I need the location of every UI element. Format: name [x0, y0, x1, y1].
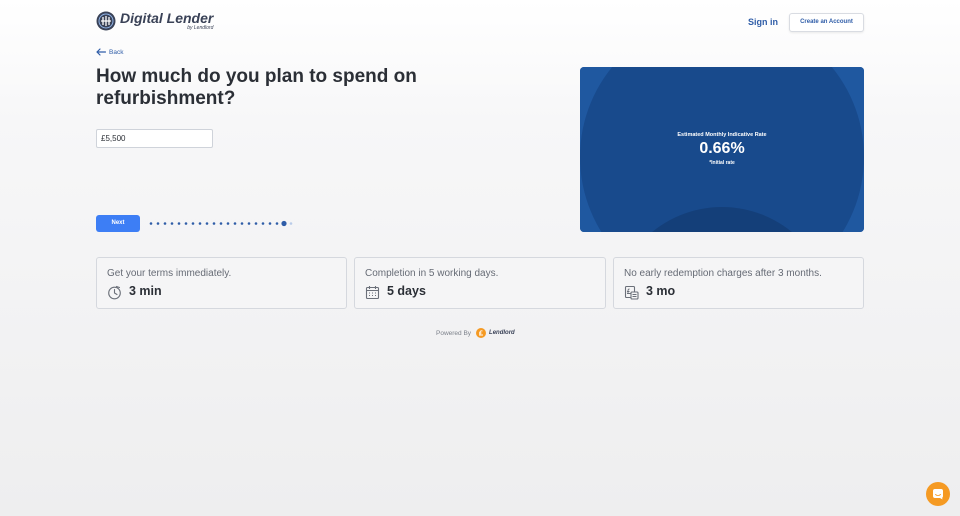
progress-step [289, 222, 293, 225]
progress-step [240, 222, 244, 225]
feature-title: Completion in 5 working days. [365, 268, 499, 279]
progress-step [254, 222, 258, 225]
logo[interactable]: Digital Lender by Lendlord [96, 11, 213, 31]
feature-card-redemption: No early redemption charges after 3 mont… [613, 257, 864, 309]
progress-step [170, 222, 174, 225]
progress-step [219, 222, 223, 225]
feature-card-completion: Completion in 5 working days. 5 days [354, 257, 606, 309]
calendar-icon [365, 286, 380, 300]
create-account-button[interactable]: Create an Account [789, 13, 864, 32]
page-title: How much do you plan to spend on refurbi… [96, 66, 417, 109]
progress-step [177, 222, 181, 225]
refurbishment-amount-input[interactable] [96, 129, 213, 148]
rate-value: 0.66% [699, 140, 745, 157]
progress-step [226, 222, 230, 225]
logo-icon [96, 11, 116, 31]
timer-icon [108, 285, 121, 300]
progress-step [205, 222, 209, 225]
powered-by-label: Powered By [436, 329, 472, 337]
powered-by-brand: Lendlord [489, 330, 515, 336]
progress-step [275, 222, 279, 225]
sign-in-link[interactable]: Sign in [748, 17, 778, 27]
progress-step [156, 222, 160, 225]
back-link[interactable]: Back [96, 48, 123, 56]
rate-label: Estimated Monthly Indicative Rate [677, 132, 767, 138]
progress-step [261, 222, 265, 225]
chat-icon [933, 489, 943, 500]
powered-by: Powered By Lendlord [436, 328, 515, 338]
next-button[interactable]: Next [96, 215, 140, 232]
logo-title: Digital Lender [120, 10, 214, 26]
progress-step-current [281, 220, 287, 227]
progress-step [163, 222, 167, 225]
rate-card: Estimated Monthly Indicative Rate 0.66% … [580, 67, 864, 232]
back-label: Back [109, 48, 124, 56]
feature-card-terms: Get your terms immediately. 3 min [96, 257, 347, 309]
progress-step [191, 222, 195, 225]
feature-value: 3 min [129, 284, 162, 298]
progress-step [268, 222, 272, 225]
progress-step [184, 222, 188, 225]
feature-value: 3 mo [646, 284, 676, 298]
feature-title: Get your terms immediately. [107, 268, 232, 279]
progress-step [149, 222, 153, 225]
pound-document-icon [624, 285, 639, 300]
progress-step [233, 222, 237, 225]
progress-step [212, 222, 216, 225]
progress-steps [149, 220, 293, 227]
chat-button[interactable] [926, 482, 950, 506]
progress-step [247, 222, 251, 225]
lendlord-logo-icon [476, 328, 487, 338]
feature-title: No early redemption charges after 3 mont… [624, 268, 822, 279]
rate-note: *Initial rate [709, 160, 735, 166]
logo-subtitle: by Lendlord [187, 25, 214, 31]
progress-step [198, 222, 202, 225]
arrow-left-icon [96, 48, 106, 56]
feature-value: 5 days [387, 284, 426, 298]
header: Digital Lender by Lendlord Sign in Creat… [0, 0, 960, 44]
